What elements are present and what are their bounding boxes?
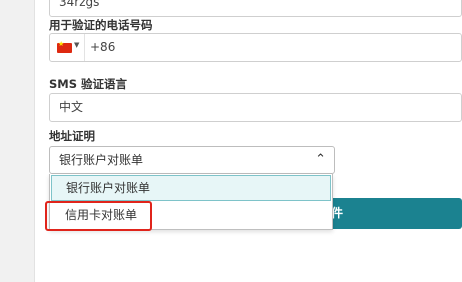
- sms-language-select[interactable]: 中文: [49, 93, 462, 122]
- phone-label: 用于验证的电话号码: [49, 18, 153, 32]
- dial-code: +86: [90, 40, 116, 54]
- caret-down-icon[interactable]: ▼: [74, 41, 79, 49]
- divider: [84, 34, 85, 61]
- address-proof-select[interactable]: 银行账户对账单 ⌃: [49, 146, 335, 174]
- annotation-highlight-box: [45, 201, 152, 231]
- address-proof-label: 地址证明: [49, 129, 95, 143]
- previous-text-field[interactable]: 34rzgs: [49, 0, 462, 17]
- china-flag-icon[interactable]: [57, 40, 72, 53]
- address-proof-selected: 银行账户对账单: [59, 153, 144, 167]
- chevron-up-icon: ⌃: [315, 152, 326, 167]
- sms-language-label: SMS 验证语言: [49, 77, 128, 91]
- sms-language-value: 中文: [59, 100, 84, 114]
- page: 34rzgs 用于验证的电话号码 ▼ +86 SMS 验证语言 中文 地址证明 …: [0, 0, 462, 282]
- option-bank-statement[interactable]: 银行账户对账单: [51, 175, 331, 201]
- previous-text-field-value: 34rzgs: [59, 0, 100, 9]
